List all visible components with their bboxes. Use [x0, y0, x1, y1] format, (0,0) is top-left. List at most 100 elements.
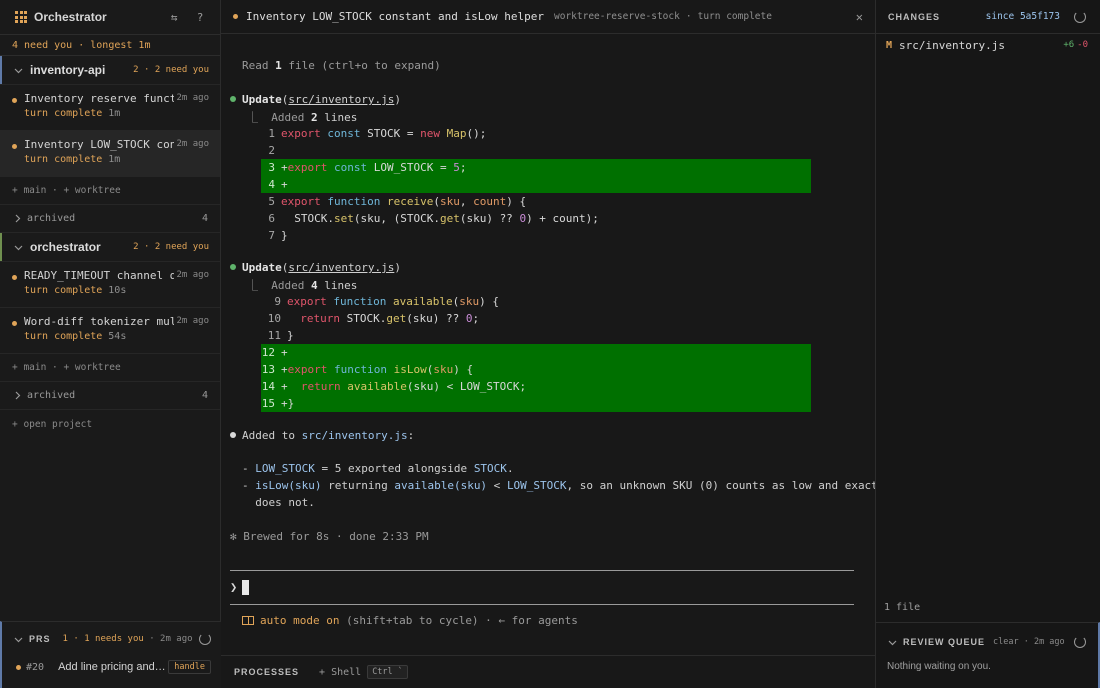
project-orchestrator[interactable]: orchestrator 2 · 2 need you — [0, 233, 220, 261]
app-title: Orchestrator — [34, 10, 107, 24]
line-number: 1 — [268, 127, 275, 140]
diff-line: 2 — [261, 142, 811, 159]
changed-file[interactable]: M src/inventory.js +6 -0 — [876, 34, 1100, 56]
chevron-down-icon[interactable] — [888, 638, 897, 647]
summary-bullet-cont: does not. — [242, 496, 315, 509]
refresh-icon[interactable] — [1074, 636, 1086, 648]
line-number: 11 — [267, 329, 281, 342]
input-border-top — [230, 570, 854, 571]
file-status: M — [886, 39, 893, 51]
status-dot — [12, 275, 17, 280]
prs-meta: 1 · 1 needs you · 2m ago — [63, 634, 199, 644]
chevron-down-icon[interactable] — [14, 635, 23, 644]
diff-line: 9 export function available(sku) { — [261, 293, 811, 310]
summary-text: = 5 exported alongside — [314, 462, 474, 475]
update-path[interactable]: src/inventory.js — [288, 261, 394, 274]
update-path[interactable]: src/inventory.js — [288, 93, 394, 106]
session-time: 10s — [108, 285, 127, 296]
close-icon[interactable]: ✕ — [856, 10, 863, 24]
chevron-down-icon[interactable] — [14, 66, 23, 75]
code-text: return STOCK.get(sku) ?? 0; — [300, 312, 480, 325]
changes-since[interactable]: since 5a5f173 — [986, 11, 1060, 22]
session-item[interactable]: READY_TIMEOUT channel d… 2m ago turn com… — [0, 261, 220, 307]
review-queue-empty: Nothing waiting on you. — [887, 661, 991, 672]
session-title: READY_TIMEOUT channel d… — [24, 269, 174, 282]
add-shell-button[interactable]: + Shell — [319, 667, 361, 678]
line-number: 9 — [274, 295, 281, 308]
archived-toggle[interactable]: archived 4 — [0, 381, 220, 410]
changes-header: CHANGES since 5a5f173 — [876, 0, 1100, 34]
filter-icon[interactable]: ⇆ — [166, 11, 182, 24]
prs-header[interactable]: PRS 1 · 1 needs you · 2m ago — [2, 622, 221, 656]
code-text: +export function isLow(sku) { — [281, 363, 474, 376]
refresh-icon[interactable] — [1074, 10, 1086, 23]
refresh-icon[interactable] — [199, 633, 211, 645]
worktree-actions[interactable]: + main · + worktree — [0, 353, 220, 381]
diff-line: 10 return STOCK.get(sku) ?? 0; — [261, 310, 811, 327]
added-line: ⎿ Added 4 lines — [247, 277, 357, 293]
shell-shortcut: Ctrl ` — [367, 665, 408, 679]
session-status: turn complete 1m — [24, 108, 210, 119]
success-dot — [230, 264, 236, 270]
processes-title: PROCESSES — [234, 667, 300, 677]
brewed-status: ✻ Brewed for 8s · done 2:33 PM — [230, 530, 429, 543]
session-status: turn complete 54s — [24, 331, 210, 342]
code-ref: LOW_STOCK — [255, 462, 315, 475]
read-line[interactable]: Read 1 file (ctrl+o to expand) — [242, 59, 441, 72]
help-button[interactable]: ? — [192, 11, 208, 24]
added-pre: ⎿ Added — [247, 279, 311, 292]
line-number: 12 — [261, 346, 275, 359]
code-text: } — [287, 329, 294, 342]
session-status: turn complete — [697, 11, 772, 22]
diff-line: 1 export const STOCK = new Map(); — [261, 125, 811, 142]
summary-text: , so an unknown SKU (0) counts as low an… — [566, 479, 905, 492]
need-summary: 4 need you · longest 1m — [0, 34, 220, 56]
archived-toggle[interactable]: archived 4 — [0, 204, 220, 233]
success-dot — [230, 96, 236, 102]
code-text: } — [281, 229, 288, 242]
project-inventory-api[interactable]: inventory-api 2 · 2 need you — [0, 56, 220, 84]
file-name: src/inventory.js — [899, 38, 1005, 52]
file-additions: +6 — [1063, 40, 1075, 50]
code-text: export const STOCK = new Map(); — [281, 127, 487, 140]
session-tab-bar: Inventory LOW_STOCK constant and isLow h… — [221, 0, 875, 34]
paren: ) — [394, 261, 401, 274]
sidebar-header: Orchestrator ⇆ ? — [0, 0, 220, 34]
line-number: 6 — [268, 212, 275, 225]
code-text: + return available(sku) < LOW_STOCK; — [281, 380, 527, 393]
pr-badge[interactable]: handle — [168, 660, 211, 674]
summary-text: . — [506, 462, 514, 475]
line-number: 15 — [261, 397, 275, 410]
update-header: Update(src/inventory.js) — [230, 261, 401, 274]
archived-label: archived — [27, 213, 76, 224]
diff-line: 6 STOCK.set(sku, (STOCK.get(sku) ?? 0) +… — [261, 210, 811, 227]
bullet-mark: - — [242, 462, 256, 475]
auto-mode-hint: (shift+tab to cycle) · ← for agents — [339, 614, 578, 627]
apps-grid-icon[interactable] — [15, 11, 27, 23]
summary-path: src/inventory.js — [301, 429, 408, 442]
worktree-actions[interactable]: + main · + worktree — [0, 176, 220, 204]
summary-heading: Added to src/inventory.js: — [230, 429, 414, 442]
session-status-text: turn complete — [24, 108, 103, 119]
summary-bullet: - LOW_STOCK = 5 exported alongside STOCK… — [242, 462, 514, 475]
code-ref: isLow(sku) — [255, 479, 322, 492]
project-name: orchestrator — [30, 240, 101, 254]
file-deletions: -0 — [1077, 40, 1088, 50]
session-item[interactable]: Word-diff tokenizer mul… 2m ago turn com… — [0, 307, 220, 353]
open-project-button[interactable]: + open project — [0, 410, 220, 440]
review-queue: REVIEW QUEUE clear · 2m ago Nothing wait… — [876, 622, 1100, 688]
session-item-selected[interactable]: Inventory LOW_STOCK con… 2m ago turn com… — [0, 130, 220, 176]
prompt-input[interactable] — [242, 580, 249, 595]
auto-mode-status[interactable]: auto mode on (shift+tab to cycle) · ← fo… — [242, 614, 578, 627]
update-header: Update(src/inventory.js) — [230, 93, 401, 106]
status-dot — [16, 664, 21, 670]
added-post: lines — [317, 279, 358, 292]
session-item[interactable]: Inventory reserve funct… 2m ago turn com… — [0, 84, 220, 130]
added-count: 4 — [310, 279, 318, 292]
chevron-down-icon[interactable] — [14, 243, 23, 252]
review-queue-header[interactable]: REVIEW QUEUE clear · 2m ago — [876, 623, 1098, 661]
pr-item[interactable]: #20 Add line pricing and… handle — [2, 656, 221, 678]
line-number: 10 — [267, 312, 281, 325]
status-dot — [12, 321, 17, 326]
input-border-bottom — [230, 604, 854, 605]
